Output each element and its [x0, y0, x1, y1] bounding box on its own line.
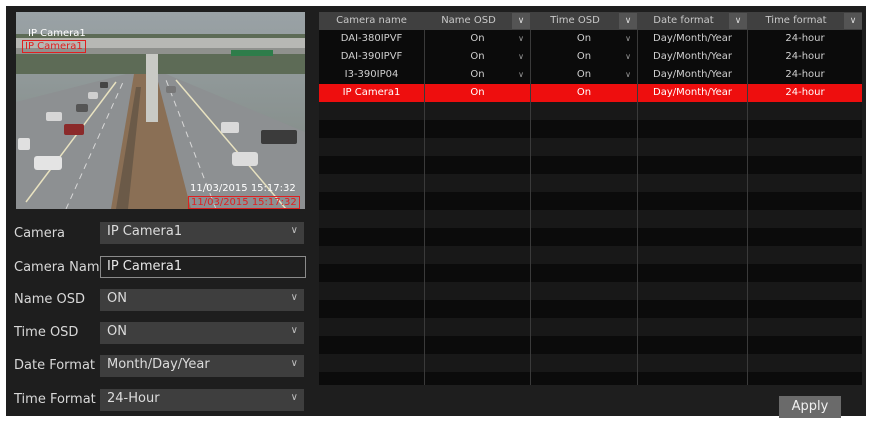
camera-preview: IP Camera1 IP Camera1 11/03/2015 15:17:3… [16, 12, 305, 209]
osd-camera-table: Camera name Name OSD ∨ Time OSD ∨ Date f… [319, 12, 862, 385]
cell-date-format[interactable]: Day/Month/Year [638, 48, 747, 66]
chevron-down-icon[interactable]: ∨ [844, 13, 862, 29]
camera-name-overlay[interactable]: IP Camera1 [28, 28, 86, 40]
table-row[interactable]: I3-390IP04 On ∨ On ∨ Day/Month/Year 24-hou… [319, 66, 862, 84]
date-format-value: Month/Day/Year [107, 357, 210, 372]
cell-name-osd[interactable]: On [425, 84, 530, 102]
header-camera-name[interactable]: Camera name [319, 12, 424, 30]
camera-label: Camera [14, 226, 66, 241]
cell-value: On [576, 69, 592, 80]
chevron-down-icon: ∨ [625, 70, 631, 79]
cell-time-format[interactable]: 24-hour [748, 30, 862, 48]
cell-camera-name: I3-390IP04 [344, 69, 399, 80]
time-overlay[interactable]: 11/03/2015 15:17:32 [190, 183, 296, 195]
table-row[interactable]: DAI-380IPVF On ∨ On ∨ Day/Month/Year 24-ho… [319, 30, 862, 48]
header-time-osd-label: Time OSD [550, 15, 600, 26]
chevron-down-icon[interactable]: ∨ [729, 13, 747, 29]
header-time-format-label: Time format [765, 15, 827, 26]
camera-name-label: Camera Name [14, 260, 108, 275]
chevron-down-icon: ∨ [518, 70, 524, 79]
cell-camera-name: IP Camera1 [342, 87, 401, 98]
cell-time-osd[interactable]: On ∨ [531, 30, 637, 48]
column-divider [637, 30, 638, 385]
header-date-format[interactable]: Date format ∨ [638, 12, 747, 30]
name-osd-label: Name OSD [14, 292, 85, 307]
table-row-selected[interactable]: IP Camera1 On On Day/Month/Year 24-hour [319, 84, 862, 102]
time-format-value: 24-Hour [107, 391, 160, 406]
time-format-label: Time Format [14, 392, 96, 407]
chevron-down-icon: ∨ [290, 392, 298, 403]
cell-time-osd[interactable]: On ∨ [531, 48, 637, 66]
camera-name-input[interactable]: IP Camera1 [100, 256, 306, 278]
cell-name-osd[interactable]: On ∨ [425, 30, 530, 48]
cell-date-format[interactable]: Day/Month/Year [638, 30, 747, 48]
cell-value: On [470, 33, 485, 44]
time-osd-select[interactable]: ON ∨ [100, 322, 304, 344]
table-row[interactable]: DAI-390IPVF On ∨ On ∨ Day/Month/Year 24-ho… [319, 48, 862, 66]
cell-value: On [576, 51, 592, 62]
time-overlay-position[interactable]: 11/03/2015 15:17:32 [188, 196, 300, 209]
column-divider [424, 30, 425, 385]
apply-button[interactable]: Apply [779, 396, 841, 418]
cell-value: On [470, 69, 485, 80]
time-osd-value: ON [107, 324, 127, 339]
chevron-down-icon: ∨ [290, 292, 298, 303]
table-header: Camera name Name OSD ∨ Time OSD ∨ Date f… [319, 12, 862, 30]
header-name-osd[interactable]: Name OSD ∨ [425, 12, 530, 30]
chevron-down-icon[interactable]: ∨ [619, 13, 637, 29]
cell-value: On [576, 33, 592, 44]
cell-value: On [470, 51, 485, 62]
chevron-down-icon: ∨ [625, 34, 631, 43]
cell-camera-name: DAI-390IPVF [340, 51, 403, 62]
camera-select[interactable]: IP Camera1 ∨ [100, 222, 304, 244]
cell-time-format[interactable]: 24-hour [748, 84, 862, 102]
camera-name-overlay-position[interactable]: IP Camera1 [22, 40, 86, 53]
column-divider [747, 30, 748, 385]
chevron-down-icon: ∨ [290, 358, 298, 369]
cell-date-format[interactable]: Day/Month/Year [638, 84, 747, 102]
header-time-osd[interactable]: Time OSD ∨ [531, 12, 637, 30]
header-name-osd-label: Name OSD [441, 15, 496, 26]
date-format-label: Date Format [14, 358, 96, 373]
name-osd-select[interactable]: ON ∨ [100, 289, 304, 311]
cell-time-osd[interactable]: On [531, 84, 637, 102]
time-osd-label: Time OSD [14, 325, 79, 340]
cell-camera-name: DAI-380IPVF [340, 33, 403, 44]
chevron-down-icon[interactable]: ∨ [512, 13, 530, 29]
date-format-select[interactable]: Month/Day/Year ∨ [100, 355, 304, 377]
cell-name-osd[interactable]: On ∨ [425, 66, 530, 84]
chevron-down-icon: ∨ [518, 52, 524, 61]
header-date-format-label: Date format [653, 15, 714, 26]
chevron-down-icon: ∨ [518, 34, 524, 43]
highway-sign [231, 50, 273, 56]
cell-time-format[interactable]: 24-hour [748, 48, 862, 66]
chevron-down-icon: ∨ [290, 325, 298, 336]
name-osd-value: ON [107, 291, 127, 306]
cell-time-osd[interactable]: On ∨ [531, 66, 637, 84]
header-time-format[interactable]: Time format ∨ [748, 12, 862, 30]
camera-select-value: IP Camera1 [107, 224, 183, 239]
column-divider [530, 30, 531, 385]
osd-settings-panel: IP Camera1 IP Camera1 11/03/2015 15:17:3… [6, 6, 866, 418]
cell-time-format[interactable]: 24-hour [748, 66, 862, 84]
cell-name-osd[interactable]: On ∨ [425, 48, 530, 66]
chevron-down-icon: ∨ [290, 225, 298, 236]
cell-date-format[interactable]: Day/Month/Year [638, 66, 747, 84]
chevron-down-icon: ∨ [625, 52, 631, 61]
time-format-select[interactable]: 24-Hour ∨ [100, 389, 304, 411]
